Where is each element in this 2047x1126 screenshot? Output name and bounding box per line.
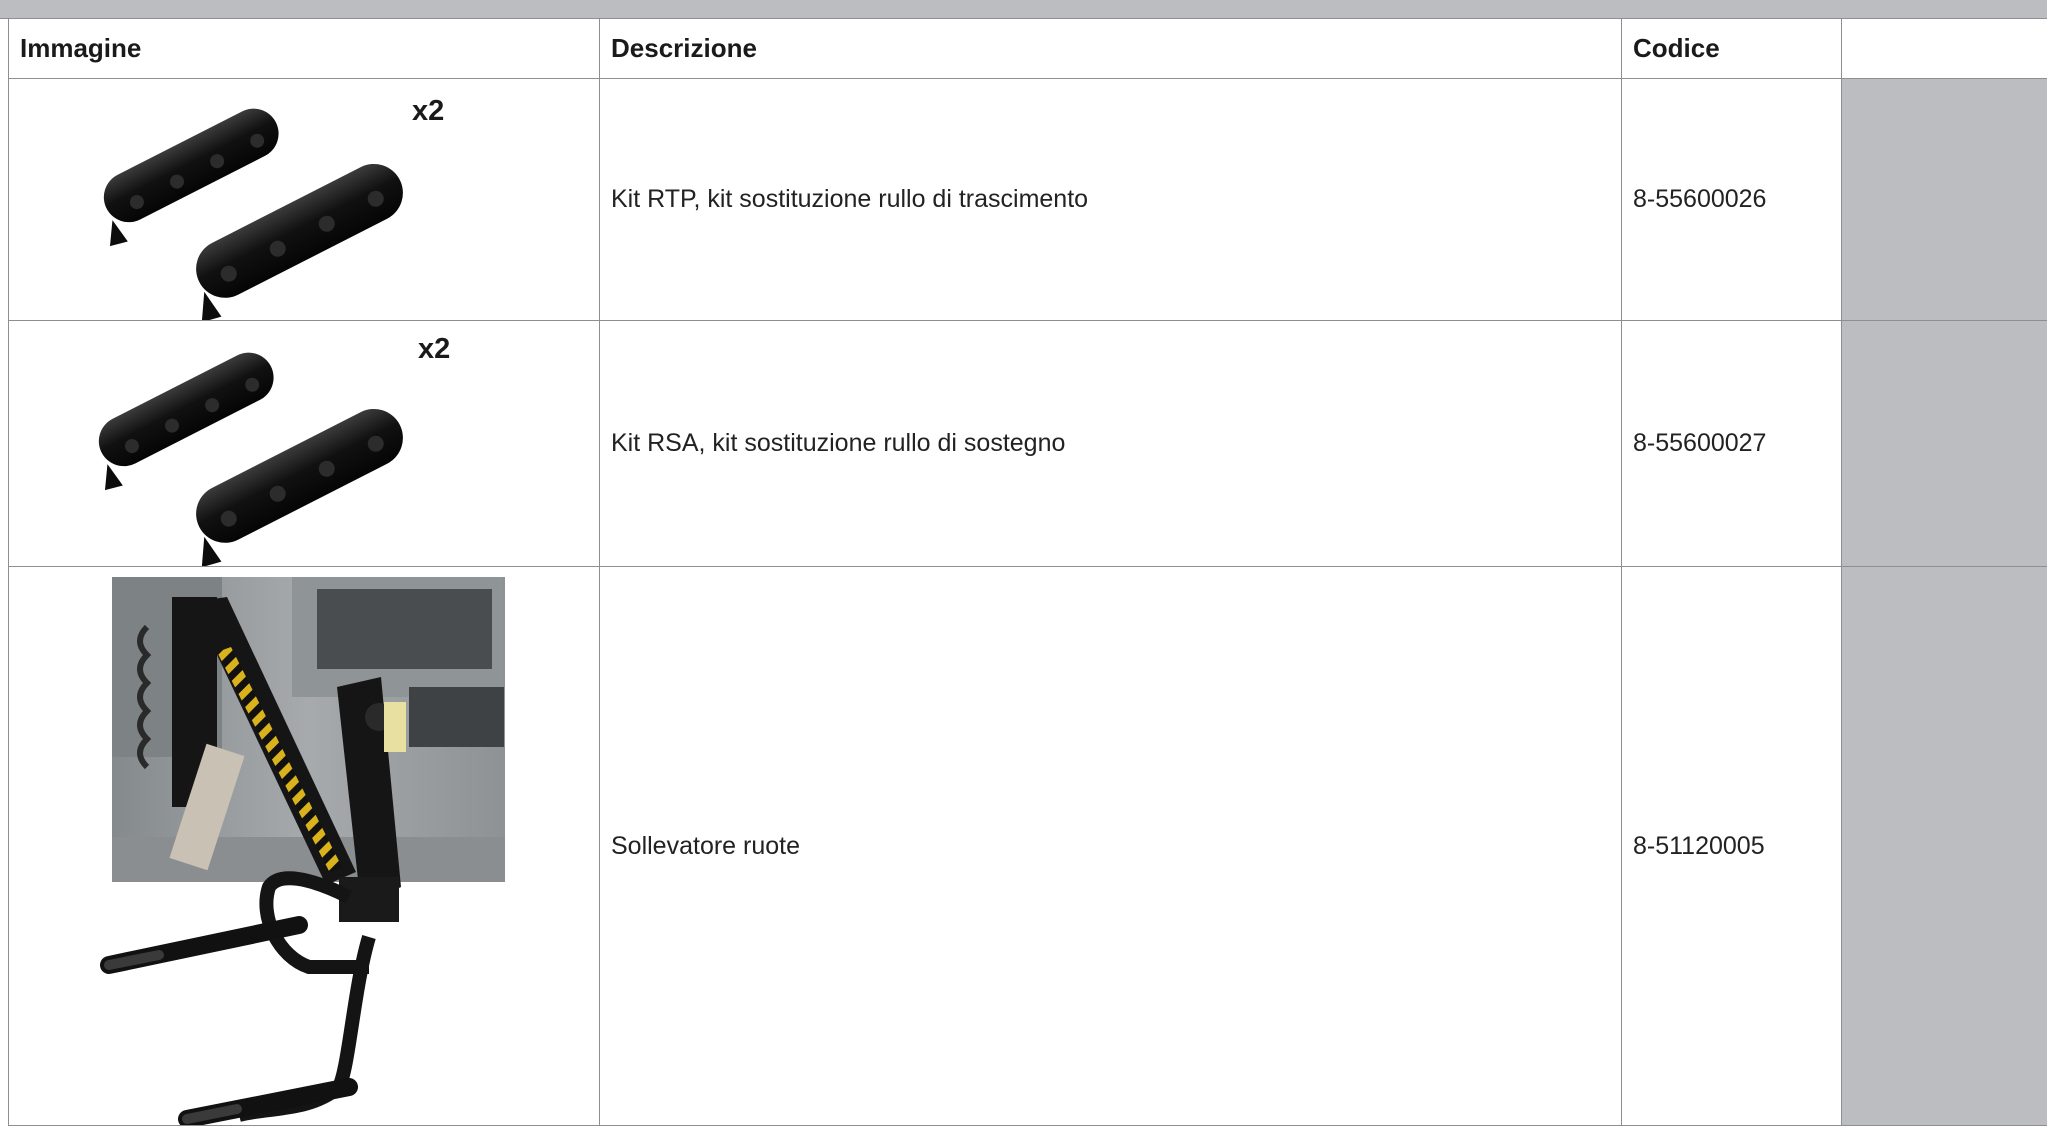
quantity-label: x2 [412, 95, 444, 128]
row-image-cell [9, 567, 600, 1126]
roller-pad-image [9, 79, 600, 320]
table-row: x2 Kit RSA, kit sostituzione rullo di so… [9, 321, 2047, 567]
header-image: Immagine [9, 19, 600, 79]
row-code: 8-55600027 [1622, 321, 1842, 567]
header-code: Codice [1622, 19, 1842, 79]
row-description: Kit RSA, kit sostituzione rullo di soste… [600, 321, 1622, 567]
row-blank-cell [1842, 321, 2047, 567]
wheel-lifter-image [9, 567, 600, 1125]
row-code: 8-51120005 [1622, 567, 1842, 1126]
row-image-cell: x2 [9, 79, 600, 321]
roller-pad-image [9, 321, 600, 566]
row-blank-cell [1842, 79, 2047, 321]
row-code: 8-55600026 [1622, 79, 1842, 321]
row-description: Kit RTP, kit sostituzione rullo di trasc… [600, 79, 1622, 321]
table-row: x2 Kit RTP, kit sostituzione rullo di tr… [9, 79, 2047, 321]
table-row: Sollevatore ruote 8-51120005 [9, 567, 2047, 1126]
header-description: Descrizione [600, 19, 1622, 79]
row-blank-cell [1842, 567, 2047, 1126]
top-band [0, 0, 2047, 19]
row-description: Sollevatore ruote [600, 567, 1622, 1126]
quantity-label: x2 [418, 333, 450, 366]
parts-table: Immagine Descrizione Codice [8, 18, 2047, 1126]
header-extra [1842, 19, 2047, 79]
header-row: Immagine Descrizione Codice [9, 19, 2047, 79]
row-image-cell: x2 [9, 321, 600, 567]
